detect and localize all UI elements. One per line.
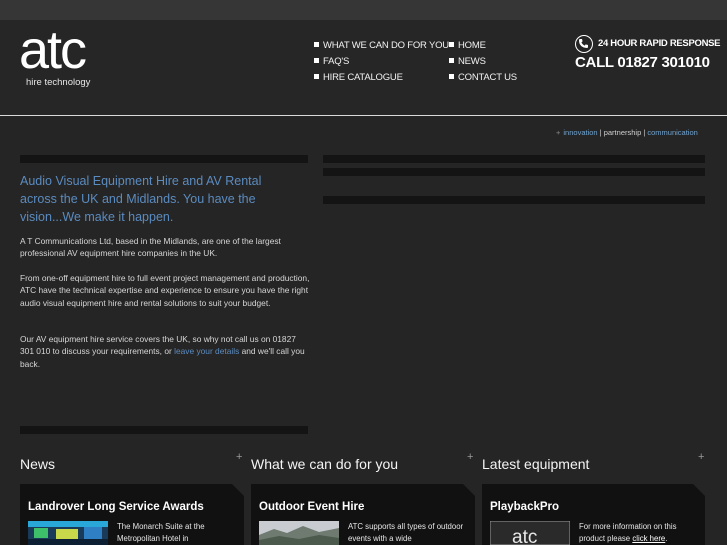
media-second-bar [323, 168, 705, 176]
news-card-title[interactable]: Landrover Long Service Awards [28, 501, 204, 513]
nav-home[interactable]: HOME [449, 40, 486, 51]
nav-label: WHAT WE CAN DO FOR YOU [323, 40, 449, 51]
brand-tagline: + innovation | partnership | communicatio… [556, 128, 698, 137]
playbackpro-thumbnail[interactable]: atc [489, 520, 571, 545]
nav-label: CONTACT US [458, 72, 517, 83]
equipment-card-text: For more information on this product ple… [579, 521, 704, 545]
news-heading: News [20, 456, 56, 472]
nav-contact-us[interactable]: CONTACT US [449, 72, 517, 83]
services-card-text: ATC supports all types of outdoor events… [348, 522, 464, 543]
nav-label: NEWS [458, 56, 486, 67]
intro-paragraph: From one-off equipment hire to full even… [20, 273, 310, 308]
services-heading: What we can do for you [251, 456, 399, 472]
intro-paragraph: A T Communications Ltd, based in the Mid… [20, 236, 281, 259]
bullet-square-icon [314, 74, 319, 79]
services-card-title[interactable]: Outdoor Event Hire [259, 501, 364, 513]
services-card[interactable]: Outdoor Event Hire ATC supports all type… [251, 484, 475, 545]
bullet-square-icon [314, 58, 319, 63]
site-header: atc hire technology WHAT WE CAN DO FOR Y… [0, 20, 727, 115]
tagline-innovation: innovation [563, 128, 598, 137]
bullet-square-icon [449, 42, 454, 47]
media-third-bar [323, 196, 705, 204]
card-corner [463, 484, 475, 496]
atc-logo[interactable]: atc hire technology [19, 23, 114, 91]
card-corner [232, 484, 244, 496]
news-thumbnail[interactable] [28, 521, 108, 545]
nav-faqs[interactable]: FAQ'S [314, 56, 349, 67]
expand-plus-icon[interactable]: + [467, 451, 473, 463]
nav-news[interactable]: NEWS [449, 56, 486, 67]
equipment-card-title[interactable]: PlaybackPro [490, 501, 559, 513]
expand-plus-icon[interactable]: + [236, 451, 242, 463]
leave-details-link[interactable]: leave your details [174, 346, 239, 356]
news-card-text: The Monarch Suite at the Metropolitan Ho… [117, 522, 205, 543]
nav-what-we-can-do[interactable]: WHAT WE CAN DO FOR YOU [314, 40, 449, 51]
plus-icon: + [556, 128, 561, 137]
nav-label: HIRE CATALOGUE [323, 72, 403, 83]
intro-heading: Audio Visual Equipment Hire and AV Renta… [20, 174, 262, 224]
expand-plus-icon[interactable]: + [698, 451, 704, 463]
nav-hire-catalogue[interactable]: HIRE CATALOGUE [314, 72, 403, 83]
news-card[interactable]: Landrover Long Service Awards The Monarc… [20, 484, 244, 545]
nav-label: FAQ'S [323, 56, 350, 67]
equipment-heading: Latest equipment [482, 456, 590, 472]
tagline-partnership: partnership [603, 128, 642, 137]
top-strip [0, 0, 727, 20]
click-here-link[interactable]: click here [632, 534, 665, 543]
outdoor-event-thumbnail[interactable] [259, 521, 339, 545]
logo-wordmark: atc [19, 20, 87, 80]
media-top-bar [323, 155, 705, 163]
bullet-square-icon [449, 58, 454, 63]
phone-number: CALL 01827 301010 [575, 54, 710, 71]
intro-paragraph: Our AV equipment hire service covers the… [20, 333, 310, 370]
card-corner [693, 484, 705, 496]
bullet-square-icon [449, 74, 454, 79]
intro-top-bar [20, 155, 308, 163]
svg-text:atc: atc [512, 527, 537, 545]
rapid-response-label: 24 HOUR RAPID RESPONSE [598, 38, 721, 49]
intro-bottom-bar [20, 426, 308, 434]
logo-subtitle: hire technology [26, 77, 91, 88]
bullet-square-icon [314, 42, 319, 47]
nav-label: HOME [458, 40, 486, 51]
equipment-card[interactable]: PlaybackPro atc For more information on … [482, 484, 705, 545]
telephone-icon [575, 35, 593, 53]
tagline-communication: communication [647, 128, 698, 137]
card-text: . [665, 534, 668, 543]
header-divider [0, 115, 727, 116]
phone-callout[interactable]: 24 HOUR RAPID RESPONSE CALL 01827 301010 [575, 35, 721, 75]
